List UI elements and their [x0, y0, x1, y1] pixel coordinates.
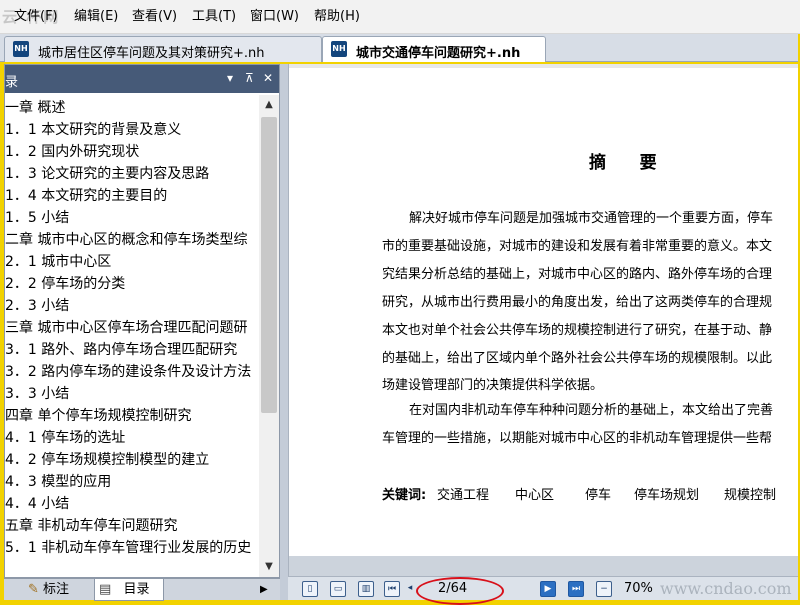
left-panel-tabs: ✎ 标注 ▤ 目录 ▶	[4, 578, 280, 601]
toc-item[interactable]: 5．1 非机动车停车管理行业发展的历史	[5, 537, 251, 559]
menu-file[interactable]: 文件(F)	[14, 9, 58, 25]
tab-scroll-right-icon[interactable]: ▶	[260, 579, 268, 601]
toc-item[interactable]: 3．3 小结	[5, 383, 69, 405]
menu-edit[interactable]: 编辑(E)	[74, 9, 118, 25]
pencil-icon: ✎	[28, 582, 39, 597]
doc-top-border	[289, 64, 798, 68]
menu-help[interactable]: 帮助(H)	[314, 9, 360, 25]
menu-view[interactable]: 查看(V)	[132, 9, 177, 25]
scroll-up-icon[interactable]: ▲	[259, 95, 279, 115]
toc-item[interactable]: 2．3 小结	[5, 295, 69, 317]
tab-label: 城市居住区停车问题及其对策研究+.nh	[38, 46, 265, 61]
tab-urban-traffic-parking-doc[interactable]: NH 城市交通停车问题研究+.nh	[322, 36, 546, 62]
tab-label: 城市交通停车问题研究+.nh	[356, 46, 521, 61]
toc-item[interactable]: 1．2 国内外研究现状	[5, 141, 139, 163]
bottom-toolbar: ▯ ▭ ▥ ⏮ ◂ 2/64 ▶ ⏭ − 70% www.cndao.com	[288, 576, 798, 605]
zoom-level[interactable]: 70%	[624, 581, 653, 596]
last-page-icon[interactable]: ⏭	[568, 581, 584, 597]
continuous-page-icon[interactable]: ▭	[330, 581, 346, 597]
toc-item[interactable]: 3．2 路内停车场的建设条件及设计方法	[5, 361, 251, 383]
toc-item[interactable]: 3．1 路外、路内停车场合理匹配研究	[5, 339, 237, 361]
toc-list: 一章 概述 1．1 本文研究的背景及意义 1．2 国内外研究现状 1．3 论文研…	[5, 95, 259, 577]
toc-icon: ▤	[99, 582, 112, 597]
toc-item[interactable]: 五章 非机动车停车问题研究	[5, 515, 177, 537]
paragraph-line: 车管理的一些措施，以期能对城市中心区的非机动车管理提供一些帮	[382, 431, 773, 446]
toc-item[interactable]: 一章 概述	[5, 97, 65, 119]
document-tab-bar: NH 城市居住区停车问题及其对策研究+.nh NH 城市交通停车问题研究+.nh	[0, 34, 800, 62]
toc-item[interactable]: 二章 城市中心区的概念和停车场类型综	[5, 229, 247, 251]
keywords-label: 关键词:	[382, 488, 427, 503]
highlight-circle	[416, 577, 504, 605]
paragraph-line: 研究，从城市出行费用最小的角度出发，给出了这两类停车的合理规	[382, 295, 773, 310]
single-page-icon[interactable]: ▯	[302, 581, 318, 597]
menu-bar: 云 杯网 文件(F) 编辑(E) 查看(V) 工具(T) 窗口(W) 帮助(H)	[0, 0, 800, 34]
toc-item[interactable]: 2．2 停车场的分类	[5, 273, 125, 295]
paragraph-line: 解决好城市停车问题是加强城市交通管理的一个重要方面，停车	[409, 211, 774, 226]
first-page-icon[interactable]: ⏮	[384, 581, 400, 597]
document-view: 摘 要 解决好城市停车问题是加强城市交通管理的一个重要方面，停车 市的重要基础设…	[288, 64, 798, 556]
keyword: 中心区	[515, 488, 555, 503]
panel-splitter[interactable]	[280, 64, 288, 600]
abstract-title: 摘 要	[589, 153, 659, 173]
paragraph-line: 本文也对单个社会公共停车场的规模控制进行了研究，在基于动、静	[382, 323, 773, 338]
toc-item[interactable]: 4．2 停车场规模控制模型的建立	[5, 449, 209, 471]
close-icon[interactable]: ✕	[263, 71, 273, 85]
scroll-down-icon[interactable]: ▼	[259, 557, 279, 577]
toc-item[interactable]: 1．3 论文研究的主要内容及思路	[5, 163, 209, 185]
toc-item[interactable]: 1．1 本文研究的背景及意义	[5, 119, 181, 141]
paragraph-line: 市的重要基础设施，对城市的建设和发展有着非常重要的意义。本文	[382, 239, 773, 254]
zoom-out-icon[interactable]: −	[596, 581, 612, 597]
tab-annotation[interactable]: ✎ 标注	[28, 579, 69, 601]
paragraph-line: 究结果分析总结的基础上，对城市中心区的路内、路外停车场的合理	[382, 267, 773, 282]
toc-panel-title: 录	[5, 75, 19, 90]
menu-window[interactable]: 窗口(W)	[250, 9, 299, 25]
nh-file-icon: NH	[331, 41, 347, 57]
keyword: 停车	[585, 488, 612, 503]
keyword: 交通工程	[437, 488, 490, 503]
toc-item[interactable]: 4．4 小结	[5, 493, 69, 515]
document-horizontal-scrollbar[interactable]	[288, 556, 798, 576]
toc-item[interactable]: 4．1 停车场的选址	[5, 427, 125, 449]
toc-item[interactable]: 1．5 小结	[5, 207, 69, 229]
paragraph-line: 的基础上，给出了区域内单个路外社会公共停车场的规模限制。以此	[382, 351, 773, 366]
tab-toc[interactable]: ▤ 目录	[94, 579, 164, 601]
toc-item[interactable]: 四章 单个停车场规模控制研究	[5, 405, 191, 427]
paragraph-line: 场建设管理部门的决策提供科学依据。	[382, 378, 604, 393]
watermark-text: www.cndao.com	[660, 579, 792, 598]
toc-item[interactable]: 2．1 城市中心区	[5, 251, 111, 273]
panel-dropdown-icon[interactable]: ▾	[227, 71, 233, 85]
toc-item[interactable]: 4．3 模型的应用	[5, 471, 111, 493]
paragraph-line: 在对国内非机动车停车种种问题分析的基础上，本文给出了完善	[409, 403, 774, 418]
next-page-icon[interactable]: ▶	[540, 581, 556, 597]
tab-label: 目录	[123, 582, 150, 597]
toc-item[interactable]: 1．4 本文研究的主要目的	[5, 185, 167, 207]
two-page-icon[interactable]: ▥	[358, 581, 374, 597]
menu-tools[interactable]: 工具(T)	[192, 9, 236, 25]
tab-label: 标注	[43, 582, 70, 597]
prev-page-icon[interactable]: ◂	[404, 581, 416, 597]
toc-panel-header: 录 ▾ ⊼ ✕	[5, 65, 279, 93]
keyword: 停车场规划	[634, 488, 700, 503]
nh-file-icon: NH	[13, 41, 29, 57]
keyword: 规模控制	[724, 488, 777, 503]
toc-scrollbar[interactable]: ▲ ▼	[259, 95, 279, 577]
toc-panel: 录 ▾ ⊼ ✕ 一章 概述 1．1 本文研究的背景及意义 1．2 国内外研究现状…	[4, 64, 280, 578]
toc-item[interactable]: 三章 城市中心区停车场合理匹配问题研	[5, 317, 247, 339]
pin-icon[interactable]: ⊼	[245, 71, 254, 85]
tab-residential-parking-doc[interactable]: NH 城市居住区停车问题及其对策研究+.nh	[4, 36, 322, 62]
scroll-thumb[interactable]	[261, 117, 277, 413]
